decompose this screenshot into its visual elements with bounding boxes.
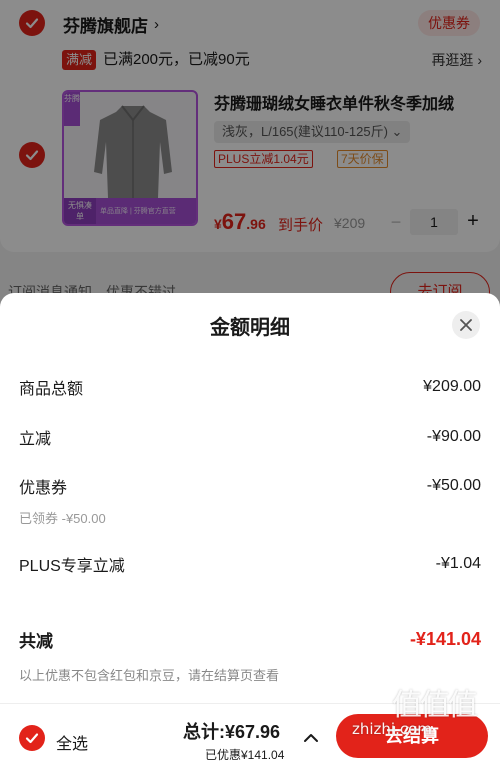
row-amount: -¥50.00 <box>426 477 481 494</box>
close-icon <box>460 319 472 331</box>
row-label: 商品总额 <box>19 381 84 398</box>
row-label: 立减 <box>19 431 52 448</box>
row-label: 优惠券 <box>19 480 68 497</box>
row-amount: -¥90.00 <box>426 428 481 445</box>
total-discount-label: 共减 <box>19 632 53 651</box>
detail-row-coupon: 优惠券 -¥50.00 <box>19 474 481 498</box>
sheet-title: 金额明细 <box>210 317 290 339</box>
saved-amount: 已优惠¥141.04 <box>205 748 285 761</box>
close-button[interactable] <box>452 311 480 339</box>
row-amount: ¥209.00 <box>423 378 481 395</box>
select-all-label[interactable]: 全选 <box>56 730 88 754</box>
watermark: 值值值 zhizhi.com <box>352 680 496 738</box>
detail-row-total-discount: 共减 -¥141.04 <box>19 627 481 652</box>
select-all-checkbox[interactable] <box>19 725 45 751</box>
watermark-logo: 值值值 <box>392 688 478 723</box>
chevron-up-icon[interactable] <box>303 732 319 744</box>
disclaimer-text: 以上优惠不包含红包和京豆，请在结算页查看 <box>19 668 280 683</box>
total-price: 总计:¥67.96 <box>183 722 281 742</box>
row-amount: -¥1.04 <box>435 555 481 572</box>
detail-row-subtotal: 商品总额 ¥209.00 <box>19 375 481 399</box>
detail-row-plus-discount: PLUS专享立减 -¥1.04 <box>19 552 481 576</box>
coupon-note: 已领券 -¥50.00 <box>19 511 106 526</box>
detail-row-instant-discount: 立减 -¥90.00 <box>19 425 481 449</box>
check-icon <box>25 733 39 744</box>
total-discount-amount: -¥141.04 <box>409 629 481 649</box>
row-label: PLUS专享立减 <box>19 558 125 575</box>
